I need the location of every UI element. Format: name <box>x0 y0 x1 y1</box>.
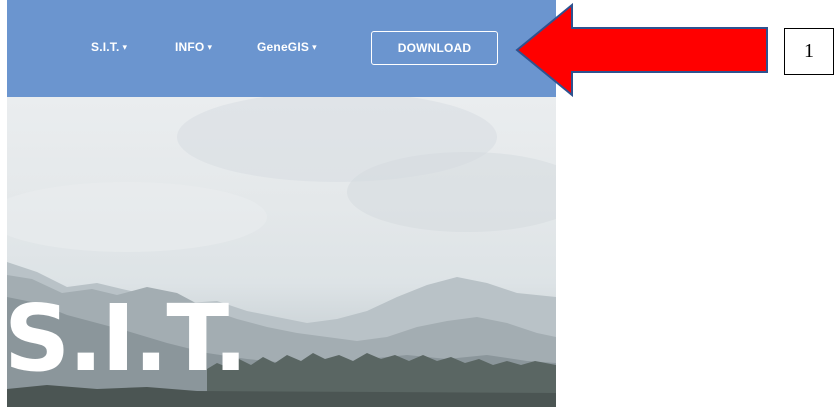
caret-down-icon: ▾ <box>312 42 317 52</box>
red-arrow-icon <box>515 3 768 97</box>
callout-number-box: 1 <box>784 28 834 75</box>
nav-menu-genegis-label: GeneGIS <box>257 40 310 54</box>
download-button[interactable]: DOWNLOAD <box>371 31 498 65</box>
top-navbar: S.I.T. ▾ INFO ▾ GeneGIS ▾ DOWNLOAD <box>7 0 556 97</box>
nav-menu-sit[interactable]: S.I.T. ▾ <box>91 40 127 54</box>
nav-menu-info-label: INFO <box>175 40 205 54</box>
caret-down-icon: ▾ <box>122 42 128 52</box>
caret-down-icon: ▾ <box>207 42 213 52</box>
nav-menu-sit-label: S.I.T. <box>91 40 120 54</box>
nav-menu-genegis[interactable]: GeneGIS ▾ <box>257 40 317 54</box>
hero-title: S.I.T. <box>7 285 248 392</box>
nav-menu-info[interactable]: INFO ▾ <box>175 40 212 54</box>
website-screenshot: S.I.T. ▾ INFO ▾ GeneGIS ▾ DOWNLOAD S.I.T. <box>7 0 556 407</box>
hero-banner: S.I.T. <box>7 97 556 407</box>
